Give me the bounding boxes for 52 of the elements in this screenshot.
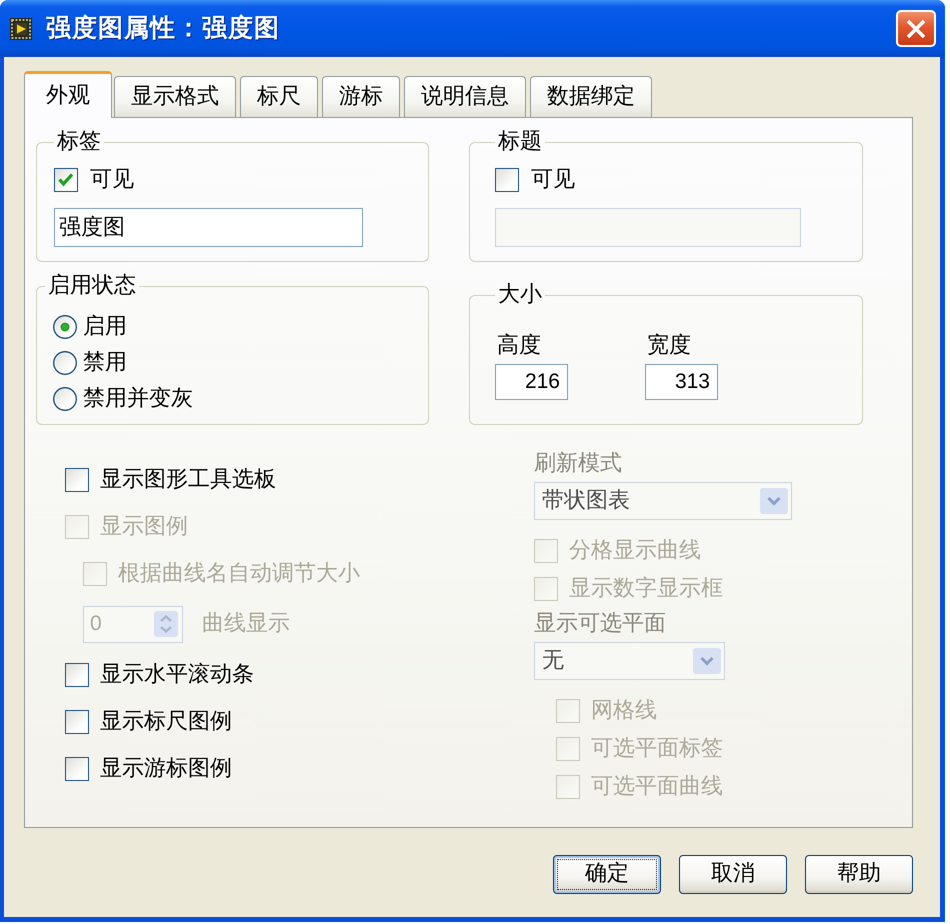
checkbox[interactable]: [495, 168, 519, 192]
radio-button[interactable]: [53, 351, 77, 375]
chevron-down-icon: [760, 488, 788, 514]
radio-label: 启用: [83, 314, 127, 340]
dialog-button[interactable]: 确定: [553, 855, 661, 894]
number-field[interactable]: 216: [495, 364, 568, 400]
close-button[interactable]: [896, 10, 936, 47]
checkbox-label: 可见: [90, 167, 134, 193]
dropdown-label: 显示可选平面: [534, 611, 667, 637]
checkbox-label: 显示数字显示框: [569, 576, 723, 602]
text-field[interactable]: 强度图: [54, 208, 363, 247]
checkbox-label: 显示图例: [100, 514, 188, 540]
checkbox-label: 显示标尺图例: [100, 708, 232, 734]
tab[interactable]: 游标: [322, 76, 400, 117]
checkbox-label: 显示图形工具选板: [100, 466, 276, 492]
dropdown-label: 刷新模式: [534, 451, 623, 477]
checkbox[interactable]: [65, 468, 89, 492]
checkbox-label: 网格线: [591, 698, 657, 724]
group-title: 大小: [497, 283, 543, 307]
number-field[interactable]: 313: [645, 364, 718, 400]
group-title: 标签: [56, 130, 102, 154]
window-title: 强度图属性：强度图: [46, 14, 281, 43]
dialog-button[interactable]: 帮助: [805, 855, 913, 894]
checkbox[interactable]: [65, 662, 89, 686]
checkbox-label: 可见: [531, 167, 575, 193]
group-title: 标题: [497, 130, 543, 154]
field-caption: 曲线显示: [202, 611, 290, 637]
checkbox[interactable]: [65, 710, 89, 734]
chevron-down-icon: [693, 648, 721, 674]
radio-button[interactable]: [53, 387, 77, 411]
field-label: 高度: [496, 333, 542, 359]
play-tile-icon: [10, 18, 32, 40]
field-label: 宽度: [646, 333, 692, 359]
checkbox-label: 分格显示曲线: [569, 538, 701, 564]
radio-button[interactable]: [53, 315, 77, 339]
group-title: 启用状态: [47, 274, 137, 298]
checkbox[interactable]: [54, 168, 78, 192]
dialog-button[interactable]: 取消: [679, 855, 787, 894]
checkbox[interactable]: [65, 756, 89, 780]
radio-label: 禁用并变灰: [83, 386, 193, 412]
tab[interactable]: 标尺: [240, 76, 318, 117]
checkbox-label: 显示水平滚动条: [100, 662, 254, 688]
checkbox-label: 根据曲线名自动调节大小: [118, 560, 360, 586]
tab[interactable]: 说明信息: [404, 76, 526, 117]
radio-label: 禁用: [83, 350, 127, 376]
close-icon: [905, 18, 927, 40]
tab[interactable]: 数据绑定: [530, 76, 652, 117]
tab[interactable]: 外观: [24, 71, 112, 118]
tab[interactable]: 显示格式: [114, 76, 236, 117]
checkbox-label: 显示游标图例: [100, 756, 232, 782]
checkbox-label: 可选平面曲线: [591, 774, 723, 800]
checkbox-label: 可选平面标签: [591, 736, 723, 762]
